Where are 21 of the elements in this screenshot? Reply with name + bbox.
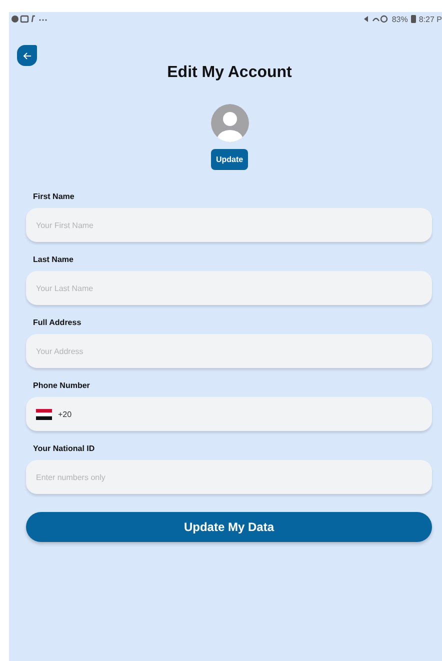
flag-icon (36, 409, 52, 420)
battery-percent: 83% (392, 14, 408, 24)
input-field[interactable]: Your First Name (26, 208, 432, 242)
avatar-icon (210, 104, 248, 142)
system-icons (362, 15, 389, 23)
input-field[interactable]: Enter numbers only (26, 460, 432, 494)
input-field[interactable]: Your Last Name (26, 271, 432, 305)
battery-icon (410, 15, 416, 23)
field-label: Phone Number (32, 381, 91, 390)
field-label: Your National ID (32, 444, 96, 453)
phone-field[interactable]: +20 (26, 397, 432, 431)
page-title: Edit My Account (166, 64, 293, 82)
submit-button[interactable]: Update My Data (26, 512, 432, 542)
back-button[interactable] (17, 45, 37, 66)
field-label: First Name (32, 192, 76, 201)
input-field[interactable]: Your Address (26, 334, 432, 368)
clock: 8:27 P (418, 14, 442, 24)
field-label: Last Name (32, 255, 74, 264)
update-photo-button[interactable]: Update (210, 149, 248, 170)
back-arrow-icon (22, 52, 32, 60)
field-label: Full Address (32, 318, 82, 327)
